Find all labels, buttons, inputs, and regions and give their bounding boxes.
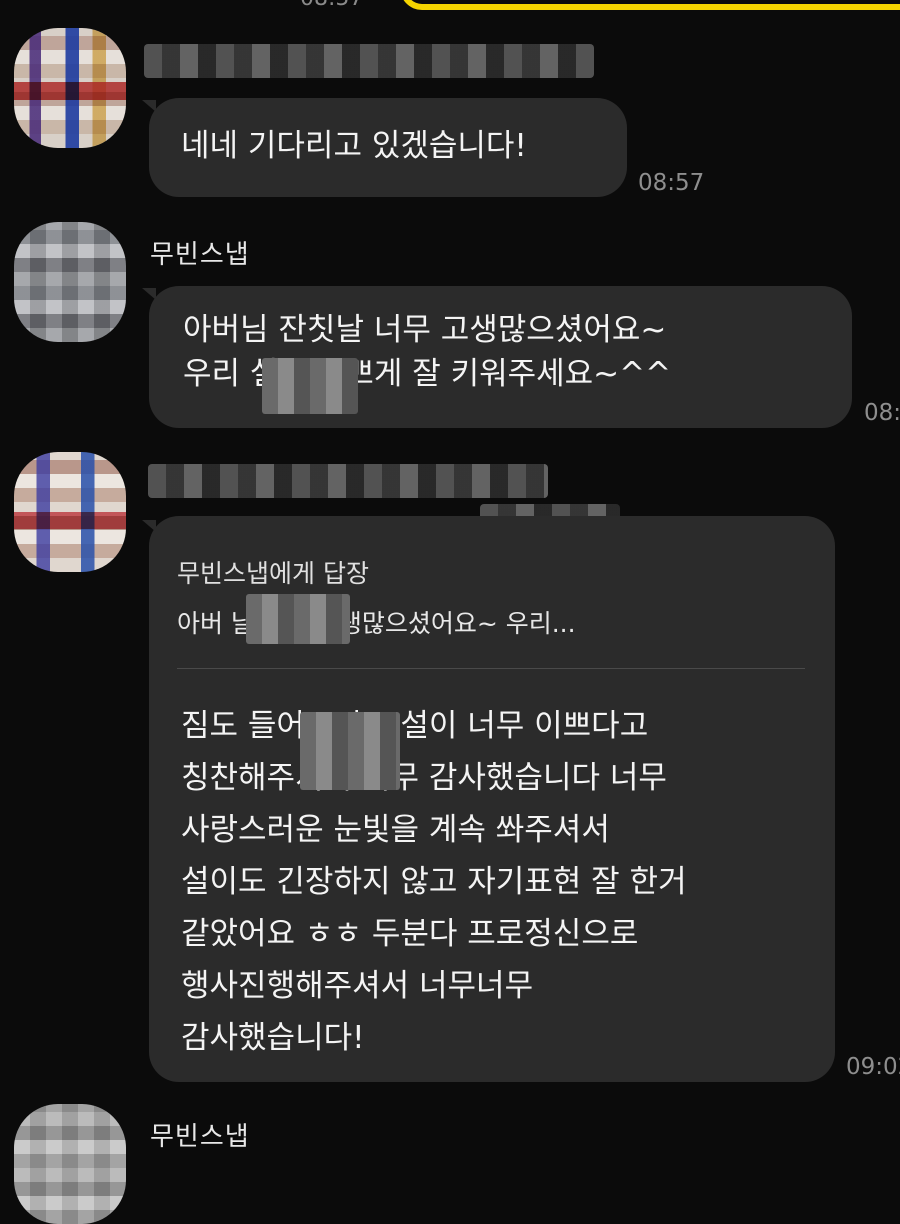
censor-mosaic — [262, 358, 358, 414]
message-time: 08: — [864, 400, 900, 426]
message-line: 아버님 잔칫날 너무 고생많으셨어요~ — [183, 312, 667, 348]
message-time: 08:57 — [638, 170, 705, 196]
censor-mosaic — [246, 594, 350, 644]
reply-header: 무빈스냅에게 답장 — [177, 559, 369, 588]
message-line: 같았어요 ㅎㅎ 두분다 프로정신으로 — [181, 916, 639, 952]
message-time: 09:02 — [846, 1054, 900, 1080]
avatar[interactable] — [14, 452, 126, 572]
message-bubble[interactable]: 아버님 잔칫날 너무 고생많으셨어요~ 우리 설이 이쁘게 잘 키워주세요~^^ — [149, 286, 852, 428]
avatar[interactable] — [14, 28, 126, 148]
message-text: 네네 기다리고 있겠습니다! — [181, 128, 527, 164]
avatar[interactable] — [14, 222, 126, 342]
message-line: 감사했습니다! — [181, 1020, 365, 1056]
message-line: 사랑스러운 눈빛을 계속 쏴주셔서 — [181, 812, 610, 848]
previous-message-time: 08:57 — [300, 0, 363, 11]
message-line: 설이도 긴장하지 않고 자기표현 잘 한거 — [181, 864, 687, 900]
sender-name-blurred — [144, 44, 594, 78]
reply-quote[interactable]: 아버 날 너무 고생많으셨어요~ 우리... — [177, 602, 576, 646]
sender-name: 무빈스냅 — [150, 1122, 250, 1152]
message-line: 행사진행해주셔서 너무너무 — [181, 968, 534, 1004]
censor-mosaic — [300, 712, 400, 790]
sender-name: 무빈스냅 — [150, 240, 250, 270]
sender-name-blurred — [148, 464, 548, 498]
reply-divider — [177, 668, 805, 669]
avatar[interactable] — [14, 1104, 126, 1224]
message-body: 짐도 들어주시고 설이 너무 이쁘다고 칭찬해주셔서 너무 감사했습니다 너무 … — [181, 700, 687, 1064]
message-line: 짐도 들어주시고 설이 너무 이쁘다고 — [181, 708, 649, 744]
message-line: 칭찬해주셔서 너무 감사했습니다 너무 — [181, 760, 667, 796]
own-message-bubble-edge[interactable] — [400, 0, 900, 10]
message-bubble[interactable]: 네네 기다리고 있겠습니다! — [149, 98, 627, 197]
